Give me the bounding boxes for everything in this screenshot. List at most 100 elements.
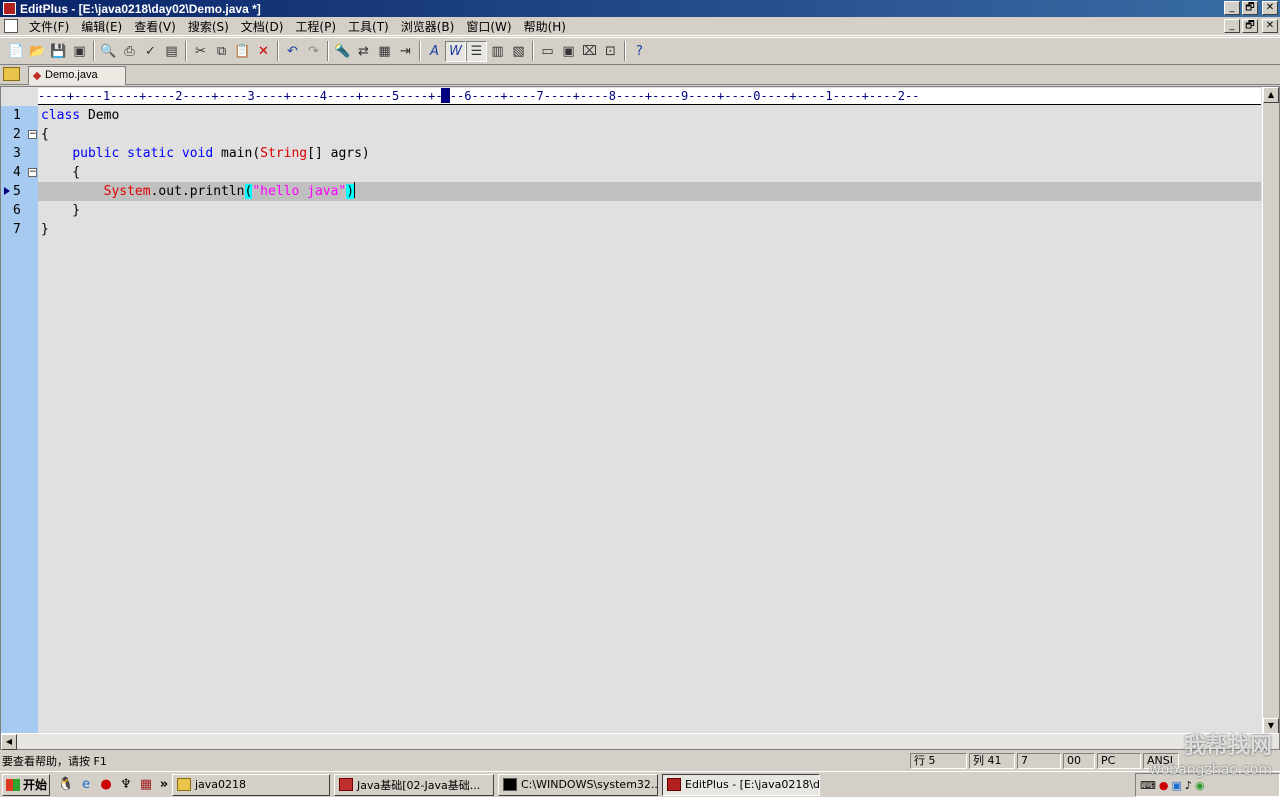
folder-icon — [177, 778, 191, 791]
find-icon[interactable]: 🔦 — [332, 41, 353, 62]
window-title: EditPlus - [E:\java0218\day02\Demo.java … — [20, 1, 261, 16]
page-setup-icon[interactable]: ▤ — [161, 41, 182, 62]
menu-project[interactable]: 工程(P) — [289, 18, 342, 35]
undo-icon[interactable]: ↶ — [282, 41, 303, 62]
indent-icon[interactable]: ☰ — [466, 40, 487, 62]
cliptext-icon[interactable]: ⌧ — [579, 41, 600, 62]
menu-view[interactable]: 查看(V) — [128, 18, 182, 35]
tab-demo-java[interactable]: Demo.java — [28, 66, 126, 85]
vertical-scrollbar[interactable]: ▲ ▼ — [1262, 87, 1279, 734]
task-java0218[interactable]: java0218 — [172, 773, 330, 796]
keyboard-icon[interactable]: ⌨ — [1140, 779, 1156, 792]
scroll-left-icon[interactable]: ◀ — [1, 734, 17, 750]
horizontal-scrollbar[interactable]: ◀ — [1, 733, 1279, 750]
delete-icon[interactable]: ✕ — [253, 41, 274, 62]
ruler-icon[interactable]: ▧ — [508, 41, 529, 62]
editor-pane[interactable]: ----+----1----+----2----+----3----+----4… — [0, 86, 1280, 750]
spell-check-icon[interactable]: ✓ — [140, 41, 161, 62]
task-cmd[interactable]: C:\WINDOWS\system32... — [498, 773, 658, 796]
redo-icon[interactable]: ↷ — [303, 41, 324, 62]
line-number: 1 — [13, 108, 21, 123]
copy-icon[interactable]: ⧉ — [211, 41, 232, 62]
folder-icon[interactable] — [3, 67, 20, 81]
code-line: { — [41, 165, 81, 180]
fold-toggle-icon[interactable]: − — [28, 168, 37, 177]
toolbar-separator — [419, 41, 421, 61]
quicklaunch-ie-icon[interactable]: e — [76, 775, 96, 795]
code-text-area[interactable]: class Demo { public static void main(Str… — [38, 106, 1261, 734]
code-line-current: System.out.println("hello java") — [103, 182, 356, 199]
status-file-format: PC — [1097, 753, 1141, 769]
browser-icon[interactable]: ▭ — [537, 41, 558, 62]
print-preview-icon[interactable]: 🔍 — [98, 41, 119, 62]
line-number: 2 — [13, 127, 21, 142]
quicklaunch-editplus-icon[interactable]: ▦ — [136, 775, 156, 795]
toolbar-separator — [624, 41, 626, 61]
ruler-caret-marker — [441, 88, 450, 103]
menu-search[interactable]: 搜索(S) — [182, 18, 235, 35]
find-in-files-icon[interactable]: ▦ — [374, 41, 395, 62]
close-button[interactable]: ✕ — [1262, 1, 1278, 15]
status-column: 列 41 — [969, 753, 1015, 769]
fullscreen-icon[interactable]: ▣ — [558, 41, 579, 62]
code-line: public static void main(String[] agrs) — [72, 146, 370, 161]
scroll-up-icon[interactable]: ▲ — [1263, 87, 1279, 103]
current-line-marker-icon — [4, 187, 10, 195]
toolbar-separator — [327, 41, 329, 61]
word-wrap-icon[interactable]: W — [445, 40, 466, 62]
quicklaunch-qq-icon[interactable]: 🐧 — [56, 775, 76, 795]
tray-app-icon[interactable]: ● — [1159, 779, 1169, 792]
doc-restore-button[interactable]: 🗗 — [1242, 19, 1258, 33]
minimize-button[interactable]: _ — [1224, 1, 1240, 15]
security-icon[interactable]: ◉ — [1195, 779, 1205, 792]
task-java-basics[interactable]: Java基础[02-Java基础... — [334, 773, 494, 796]
fold-toggle-icon[interactable]: − — [28, 130, 37, 139]
network-icon[interactable]: ▣ — [1172, 779, 1182, 792]
column-select-icon[interactable]: ▥ — [487, 41, 508, 62]
line-number: 4 — [13, 165, 21, 180]
menu-tools[interactable]: 工具(T) — [342, 18, 395, 35]
menu-document[interactable]: 文档(D) — [235, 18, 290, 35]
editplus-app-icon[interactable] — [3, 2, 16, 15]
menu-help[interactable]: 帮助(H) — [518, 18, 572, 35]
modified-indicator-icon — [32, 71, 42, 81]
quicklaunch-tool-icon[interactable]: ♆ — [116, 775, 136, 795]
help-icon[interactable]: ? — [629, 41, 650, 62]
volume-icon[interactable]: ♪ — [1185, 779, 1192, 792]
document-tab-strip: Demo.java — [0, 65, 1280, 85]
doc-minimize-button[interactable]: _ — [1224, 19, 1240, 33]
directory-icon[interactable]: ⊡ — [600, 41, 621, 62]
document-window-controls: _ 🗗 ✕ — [1224, 19, 1278, 33]
line-number: 6 — [13, 203, 21, 218]
taskbar: 开始 🐧 e ● ♆ ▦ » java0218 Java基础[02-Java基础… — [0, 771, 1280, 797]
document-icon[interactable] — [4, 19, 18, 33]
scroll-down-icon[interactable]: ▼ — [1263, 718, 1279, 734]
toolbar-separator — [532, 41, 534, 61]
cut-icon[interactable]: ✂ — [190, 41, 211, 62]
doc-close-button[interactable]: ✕ — [1262, 19, 1278, 33]
menu-file[interactable]: 文件(F) — [23, 18, 75, 35]
code-line: } — [41, 222, 49, 237]
menu-browser[interactable]: 浏览器(B) — [395, 18, 461, 35]
quicklaunch-more-icon[interactable]: » — [156, 775, 172, 795]
menu-window[interactable]: 窗口(W) — [460, 18, 517, 35]
status-line: 行 5 — [910, 753, 967, 769]
quicklaunch-media-icon[interactable]: ● — [96, 775, 116, 795]
replace-icon[interactable]: ⇄ — [353, 41, 374, 62]
code-line: { — [41, 127, 49, 142]
menu-edit[interactable]: 编辑(E) — [75, 18, 128, 35]
code-line: class Demo — [41, 108, 120, 123]
open-icon[interactable]: 📂 — [27, 41, 48, 62]
paste-icon[interactable]: 📋 — [232, 41, 253, 62]
line-number: 7 — [13, 222, 21, 237]
start-button[interactable]: 开始 — [2, 773, 50, 796]
restore-button[interactable]: 🗗 — [1242, 1, 1258, 15]
print-icon[interactable]: ⎙ — [119, 41, 140, 62]
font-icon[interactable]: A — [424, 41, 445, 62]
goto-icon[interactable]: ⇥ — [395, 41, 416, 62]
save-all-icon[interactable]: ▣ — [69, 41, 90, 62]
new-file-icon[interactable]: 📄 — [6, 41, 27, 62]
line-number-gutter[interactable]: 1 2 − 3 4 − 5 6 7 — [1, 106, 38, 734]
task-editplus[interactable]: EditPlus - [E:\java0218\d... — [662, 773, 820, 796]
save-icon[interactable]: 💾 — [48, 41, 69, 62]
